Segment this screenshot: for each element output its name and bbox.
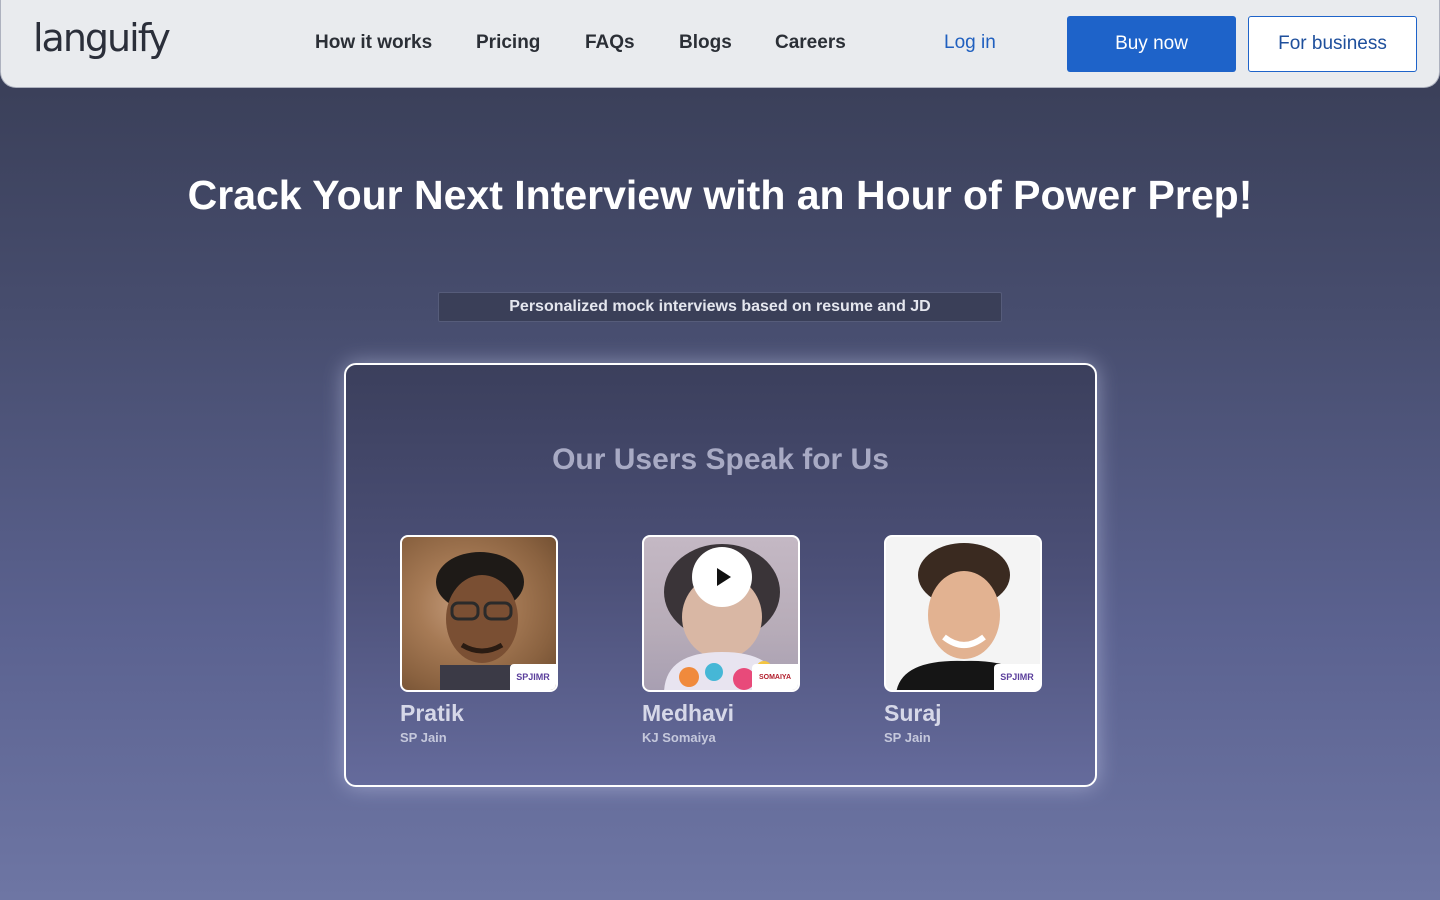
user-school: KJ Somaiya — [642, 730, 716, 745]
nav-link-blogs[interactable]: Blogs — [679, 32, 732, 54]
nav-link-pricing[interactable]: Pricing — [476, 32, 540, 54]
user-school: SP Jain — [400, 730, 447, 745]
testimonial-user-pratik: SPJIMR Pratik SP Jain — [400, 535, 560, 745]
user-video-thumbnail[interactable]: SPJIMR — [400, 535, 558, 692]
testimonials-title: Our Users Speak for Us — [552, 443, 889, 476]
login-link[interactable]: Log in — [944, 32, 996, 54]
user-video-thumbnail[interactable]: SOMAIYA — [642, 535, 800, 692]
hero-title: Crack Your Next Interview with an Hour o… — [187, 172, 1253, 218]
buy-now-button[interactable]: Buy now — [1067, 16, 1236, 72]
user-name: Medhavi — [642, 700, 735, 726]
nav-link-careers[interactable]: Careers — [775, 32, 846, 54]
languify-logo[interactable]: languify — [33, 16, 171, 60]
school-logo-badge: SPJIMR — [994, 664, 1040, 690]
testimonial-user-medhavi: SOMAIYA Medhavi KJ Somaiya — [642, 535, 802, 745]
testimonial-user-suraj: SPJIMR Suraj SP Jain — [884, 535, 1044, 745]
user-name: Suraj — [884, 700, 942, 726]
user-video-thumbnail[interactable]: SPJIMR — [884, 535, 1042, 692]
top-navbar: languify How it works Pricing FAQs Blogs… — [0, 0, 1440, 88]
school-logo-badge: SPJIMR — [510, 664, 556, 690]
nav-link-how-it-works[interactable]: How it works — [315, 32, 432, 54]
user-school: SP Jain — [884, 730, 931, 745]
play-button[interactable] — [692, 547, 752, 607]
testimonials-card: Our Users Speak for Us SPJIMR Pratik SP … — [344, 363, 1097, 787]
school-logo-badge: SOMAIYA — [752, 664, 798, 690]
play-icon — [717, 568, 731, 586]
hero-subtitle: Personalized mock interviews based on re… — [438, 292, 1002, 322]
for-business-button[interactable]: For business — [1248, 16, 1417, 72]
user-name: Pratik — [400, 700, 464, 726]
nav-link-faqs[interactable]: FAQs — [585, 32, 635, 54]
